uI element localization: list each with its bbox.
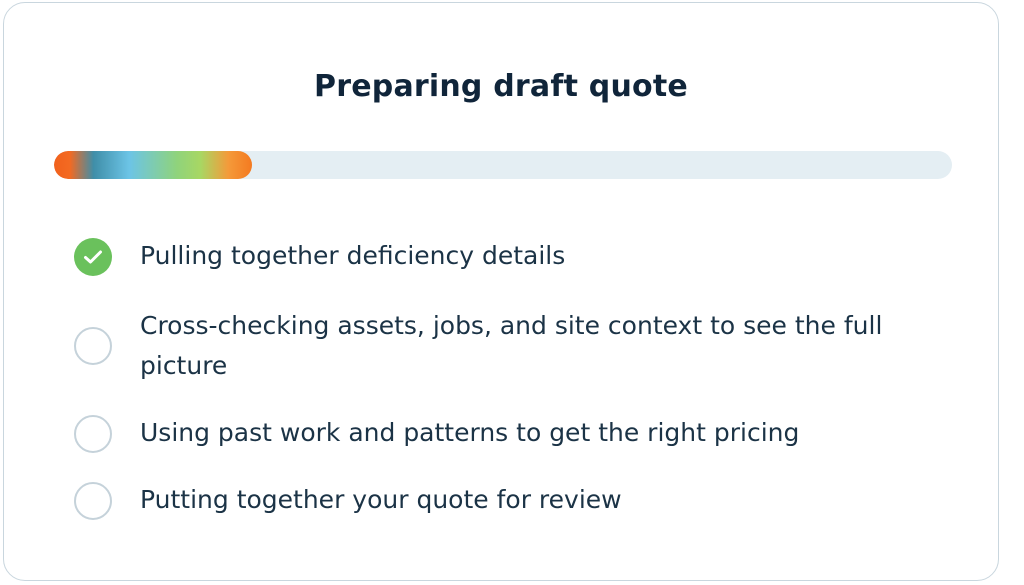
empty-circle-icon	[74, 327, 112, 365]
step-label: Pulling together deficiency details	[140, 241, 566, 270]
empty-circle-icon	[74, 415, 112, 453]
check-circle-icon	[74, 238, 112, 276]
step-item: Putting together your quote for review	[74, 482, 958, 520]
step-item: Pulling together deficiency details	[74, 238, 958, 276]
step-item: Using past work and patterns to get the …	[74, 415, 958, 453]
empty-circle-icon	[74, 482, 112, 520]
step-label: Cross-checking assets, jobs, and site co…	[140, 311, 883, 380]
progress-card: Preparing draft quote Pulling together d…	[3, 2, 999, 581]
step-label: Putting together your quote for review	[140, 485, 622, 514]
step-label: Using past work and patterns to get the …	[140, 418, 800, 447]
step-list: Pulling together deficiency details Cros…	[4, 3, 998, 580]
step-item: Cross-checking assets, jobs, and site co…	[74, 308, 958, 386]
